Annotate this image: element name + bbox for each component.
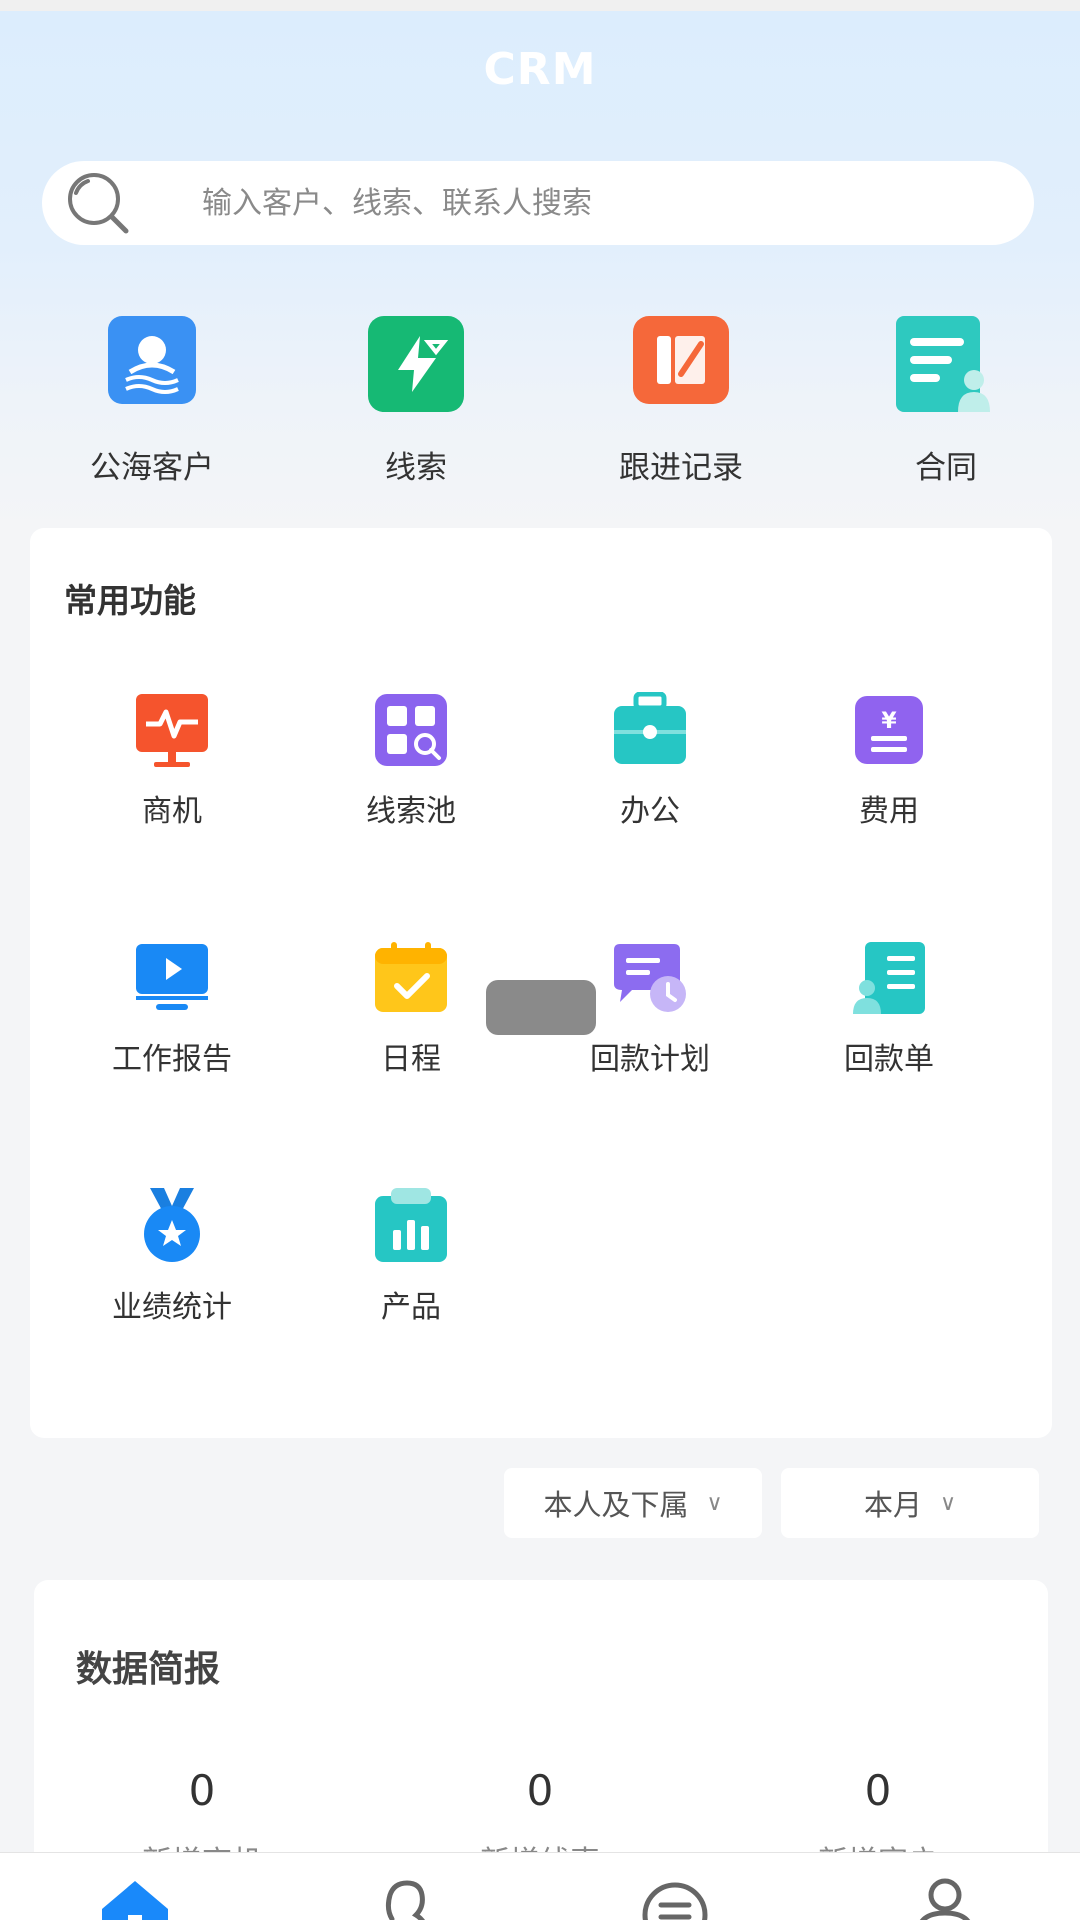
- profile-icon: [919, 1878, 971, 1920]
- message-icon: [642, 1882, 708, 1920]
- status-strip: [0, 0, 1080, 11]
- func-item-office[interactable]: 办公: [550, 691, 750, 830]
- calendar-check-icon: [373, 940, 449, 1016]
- section-title: 常用功能: [64, 581, 196, 620]
- briefcase-icon: [612, 691, 688, 768]
- yen-icon: ¥: [851, 692, 927, 768]
- quick-nav-label: 公海客户: [90, 450, 214, 486]
- func-label: 日程: [381, 1042, 441, 1077]
- scope-filter-label: 本人及下属: [543, 1488, 689, 1522]
- func-label: 业绩统计: [112, 1290, 232, 1325]
- func-label: 工作报告: [112, 1042, 232, 1077]
- follow-record-icon: [631, 314, 731, 414]
- stat-value: 0: [526, 1766, 554, 1815]
- quick-nav-label: 线索: [385, 450, 447, 486]
- person-doc-icon: [851, 940, 927, 1016]
- quick-nav-label: 跟进记录: [619, 450, 743, 486]
- chat-clock-icon: [612, 940, 688, 1016]
- func-item-expense[interactable]: ¥ 费用: [789, 692, 989, 830]
- tab-messages[interactable]: [630, 1875, 720, 1920]
- tab-profile[interactable]: [900, 1875, 990, 1920]
- bottom-tab-bar: [0, 1852, 1080, 1920]
- svg-text:¥: ¥: [881, 709, 897, 734]
- quick-nav-label: 合同: [915, 450, 977, 486]
- quick-nav-follow-record[interactable]: 跟进记录: [581, 314, 781, 487]
- func-label: 费用: [859, 794, 919, 829]
- quick-nav-leads[interactable]: 线索: [316, 314, 516, 487]
- search-bar[interactable]: [42, 161, 1034, 245]
- contacts-icon: [385, 1880, 425, 1920]
- grid-search-icon: [373, 692, 449, 768]
- search-icon: [68, 173, 129, 234]
- lightning-icon: [366, 314, 466, 414]
- func-item-payment-receipt[interactable]: 回款单: [789, 940, 989, 1078]
- stat-value: 0: [188, 1766, 216, 1815]
- page-title: CRM: [483, 44, 597, 95]
- search-input[interactable]: [202, 161, 1002, 245]
- func-label: 回款计划: [590, 1042, 710, 1077]
- bar-box-icon: [373, 1188, 449, 1264]
- medal-icon: [134, 1188, 210, 1264]
- toast-overlay: [486, 980, 596, 1035]
- func-label: 产品: [381, 1290, 441, 1325]
- sea-customer-icon: [102, 314, 202, 414]
- contract-icon: [896, 314, 996, 414]
- monitor-pulse-icon: [134, 692, 210, 768]
- stat-value: 0: [864, 1766, 892, 1815]
- func-item-opportunity[interactable]: 商机: [72, 692, 272, 830]
- func-item-performance[interactable]: 业绩统计: [72, 1188, 272, 1326]
- period-filter-label: 本月: [863, 1488, 922, 1522]
- screen-play-icon: [134, 940, 210, 1016]
- func-item-work-report[interactable]: 工作报告: [72, 940, 272, 1078]
- quick-nav-sea-customer[interactable]: 公海客户: [52, 314, 252, 487]
- func-label: 商机: [142, 794, 202, 829]
- tab-home[interactable]: [90, 1875, 180, 1920]
- scope-filter-dropdown[interactable]: 本人及下属 ∨: [504, 1468, 762, 1538]
- chevron-down-icon: ∨: [939, 1490, 957, 1516]
- chevron-down-icon: ∨: [706, 1490, 723, 1516]
- func-item-schedule[interactable]: 日程: [311, 940, 511, 1078]
- func-label: 回款单: [844, 1042, 934, 1077]
- section-title: 数据简报: [76, 1649, 221, 1690]
- tab-contacts[interactable]: [362, 1875, 452, 1920]
- period-filter-dropdown[interactable]: 本月 ∨: [781, 1468, 1039, 1538]
- func-label: 办公: [620, 794, 680, 829]
- func-item-product[interactable]: 产品: [311, 1188, 511, 1326]
- func-item-lead-pool[interactable]: 线索池: [311, 692, 511, 830]
- func-label: 线索池: [366, 794, 456, 829]
- quick-nav-contract[interactable]: 合同: [846, 314, 1046, 487]
- home-icon: [102, 1881, 168, 1920]
